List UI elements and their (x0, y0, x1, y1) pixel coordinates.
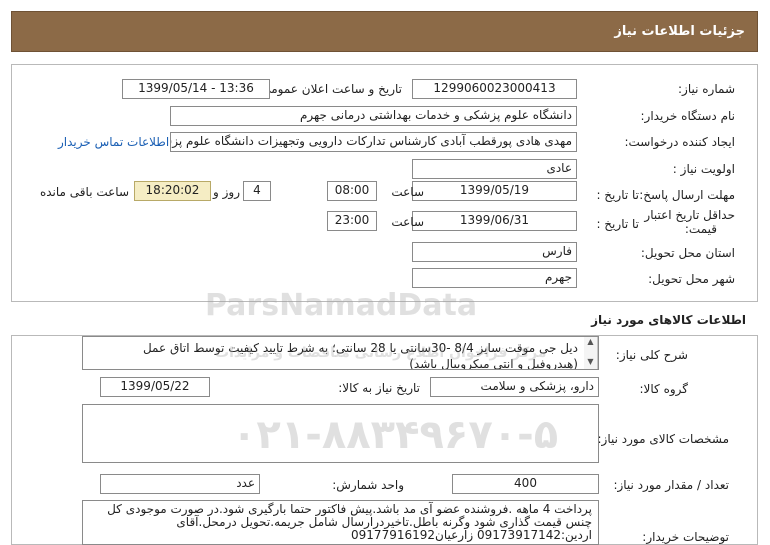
description-box: ▲ ▼ دیل جی موقت سایز 8/4 -30سانتی یا 28 … (82, 336, 599, 370)
province-field: فارس (412, 242, 577, 262)
description-label: شرح کلی نیاز: (615, 348, 688, 362)
remaining-time-field: 18:20:02 (134, 181, 211, 201)
unit-label: واحد شمارش: (332, 478, 404, 492)
goods-group-label: گروه کالا: (639, 382, 689, 396)
province-label: استان محل تحویل: (640, 246, 735, 260)
announce-date-field: 1399/05/14 - 13:36 (122, 79, 270, 99)
scroll-down-icon[interactable]: ▼ (584, 357, 597, 367)
page-title: جزئیات اطلاعات نیاز (11, 11, 758, 52)
announce-date-label: تاریخ و ساعت اعلان عمومی: (257, 82, 402, 96)
scroll-up-icon[interactable]: ▲ (584, 337, 597, 347)
need-number-label: شماره نیاز: (678, 82, 735, 96)
need-number-field: 1299060023000413 (412, 79, 577, 99)
validity-until-date-label: تا تاریخ : (596, 217, 639, 231)
unit-field: عدد (100, 474, 260, 494)
remaining-days-field: 4 (243, 181, 271, 201)
quantity-label: تعداد / مقدار مورد نیاز: (613, 478, 729, 492)
city-field: جهرم (412, 268, 577, 288)
creator-label: ایجاد کننده درخواست: (624, 135, 735, 149)
validity-time-field: 23:00 (327, 211, 377, 231)
buyer-notes-label: توضیحات خریدار: (642, 530, 729, 544)
reply-until-date-label: تا تاریخ : (596, 188, 639, 202)
validity-label-line2: قیمت: (684, 222, 717, 236)
goods-group-field: دارو، پزشکی و سلامت (430, 377, 599, 397)
remaining-time-label: ساعت باقی مانده (39, 185, 129, 199)
validity-time-label: ساعت (391, 215, 424, 229)
description-text: دیل جی موقت سایز 8/4 -30سانتی یا 28 سانت… (142, 341, 578, 370)
validity-label-line1: حداقل تاریخ اعتبار (644, 208, 735, 222)
quantity-field: 400 (452, 474, 599, 494)
buyer-notes-box: پرداخت 4 ماهه .فروشنده عضو آی مد باشد.پی… (82, 500, 599, 545)
priority-label: اولویت نیاز : (672, 162, 735, 176)
city-label: شهر محل تحویل: (648, 272, 735, 286)
reply-time-field: 08:00 (327, 181, 377, 201)
specs-box (82, 404, 599, 463)
validity-date-field: 1399/06/31 (412, 211, 577, 231)
specs-label: مشخصات کالای مورد نیاز: (597, 432, 729, 446)
need-date-label: تاریخ نیاز به کالا: (338, 381, 420, 395)
reply-date-field: 1399/05/19 (412, 181, 577, 201)
need-details-panel (11, 64, 758, 302)
buyer-org-field: دانشگاه علوم پزشکی و خدمات بهداشتی درمان… (170, 106, 577, 126)
reply-time-label: ساعت (391, 185, 424, 199)
creator-field: مهدی هادی پورقطب آبادی کارشناس تدارکات د… (170, 132, 577, 152)
need-date-field: 1399/05/22 (100, 377, 210, 397)
goods-section-title: اطلاعات کالاهای مورد نیاز (591, 313, 746, 327)
priority-field: عادی (412, 159, 577, 179)
description-scrollbar[interactable]: ▲ ▼ (584, 337, 598, 369)
buyer-org-label: نام دستگاه خریدار: (640, 109, 736, 123)
reply-deadline-label: مهلت ارسال پاسخ: (639, 188, 735, 202)
remaining-days-label: روز و (213, 185, 240, 199)
buyer-contact-link[interactable]: اطلاعات تماس خریدار (58, 135, 169, 149)
